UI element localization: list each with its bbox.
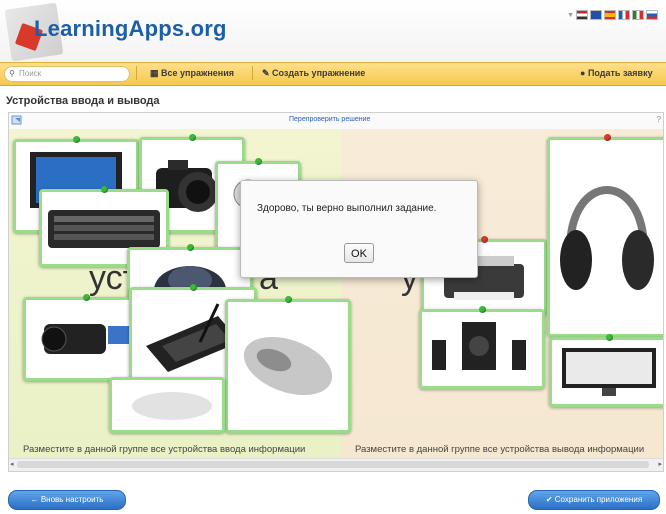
help-icon[interactable] bbox=[11, 114, 23, 126]
scrollbar-thumb[interactable] bbox=[17, 461, 649, 468]
edit-icon: ✎ bbox=[262, 68, 273, 78]
speakers-image bbox=[432, 322, 526, 370]
card-extra[interactable] bbox=[109, 377, 225, 433]
reconfigure-label: Вновь настроить bbox=[40, 495, 104, 504]
header: LearningApps.org ▼ bbox=[0, 0, 666, 62]
grid-icon: ▦ bbox=[150, 68, 162, 78]
recheck-link[interactable]: Перепроверить решение bbox=[289, 116, 370, 123]
pin-icon bbox=[190, 284, 197, 291]
pin-icon bbox=[604, 134, 611, 141]
headphones-image bbox=[560, 186, 654, 290]
flag-ru-icon[interactable] bbox=[646, 10, 658, 20]
flag-de-icon[interactable] bbox=[576, 10, 588, 20]
device-image bbox=[132, 392, 212, 420]
check-icon: ✔ bbox=[545, 495, 555, 504]
pin-icon bbox=[187, 244, 194, 251]
flag-it-icon[interactable] bbox=[632, 10, 644, 20]
success-dialog: Здорово, ты верно выполнил задание. OK bbox=[240, 180, 478, 278]
arrow-right-icon[interactable]: ▸ bbox=[658, 460, 662, 468]
pin-icon bbox=[189, 134, 196, 141]
user-icon: ● bbox=[580, 68, 588, 78]
card-monitor-output[interactable] bbox=[549, 334, 663, 407]
search-input[interactable]: ⚲ Поиск bbox=[4, 66, 130, 82]
toolbar: ⚲ Поиск ▦ Все упражнения ✎ Создать упраж… bbox=[0, 62, 666, 86]
submit-request-label: Подать заявку bbox=[587, 68, 653, 78]
chevron-down-icon[interactable]: ▼ bbox=[567, 12, 574, 19]
pin-icon bbox=[101, 186, 108, 193]
pin-icon bbox=[481, 236, 488, 243]
all-exercises-label: Все упражнения bbox=[161, 68, 235, 78]
info-mark[interactable]: ? bbox=[657, 115, 661, 124]
flag-uk-icon[interactable] bbox=[590, 10, 602, 20]
arrow-left-icon[interactable]: ◂ bbox=[10, 460, 14, 468]
camcorder-image bbox=[41, 324, 130, 354]
logo-text[interactable]: LearningApps.org bbox=[34, 16, 227, 42]
reconfigure-button[interactable]: ← Вновь настроить bbox=[8, 490, 126, 510]
create-exercise-link[interactable]: ✎ Создать упражнение bbox=[262, 68, 365, 79]
page-title: Устройства ввода и вывода bbox=[6, 95, 160, 107]
create-exercise-label: Создать упражнение bbox=[272, 68, 366, 78]
save-app-label: Сохранить приложения bbox=[554, 495, 643, 504]
save-app-button[interactable]: ✔ Сохранить приложения bbox=[528, 490, 660, 510]
all-exercises-link[interactable]: ▦ Все упражнения bbox=[150, 68, 234, 79]
mouse-image bbox=[243, 336, 333, 396]
flag-fr-icon[interactable] bbox=[618, 10, 630, 20]
monitor-output-image bbox=[562, 348, 656, 396]
divider bbox=[136, 66, 137, 80]
flag-es-icon[interactable] bbox=[604, 10, 616, 20]
search-placeholder: Поиск bbox=[19, 69, 42, 78]
card-mouse[interactable] bbox=[225, 296, 351, 433]
pin-icon bbox=[83, 294, 90, 301]
divider bbox=[252, 66, 253, 80]
app-toolbar: Перепроверить решение ? bbox=[9, 113, 663, 130]
pin-icon bbox=[73, 136, 80, 143]
pin-icon bbox=[255, 158, 262, 165]
pin-icon bbox=[285, 296, 292, 303]
ok-button[interactable]: OK bbox=[344, 243, 374, 263]
arrow-left-icon: ← bbox=[30, 495, 41, 504]
card-speakers[interactable] bbox=[419, 306, 545, 389]
dialog-message: Здорово, ты верно выполнил задание. bbox=[257, 203, 437, 214]
app-frame: Перепроверить решение ? устр а Разместит… bbox=[8, 112, 664, 472]
search-icon: ⚲ bbox=[9, 69, 15, 78]
submit-request-link[interactable]: ● Подать заявку bbox=[580, 68, 653, 78]
horizontal-scrollbar[interactable]: ◂ ▸ bbox=[9, 458, 663, 471]
zone-label-output: Разместите в данной группе все устройств… bbox=[355, 444, 645, 455]
pin-icon bbox=[606, 334, 613, 341]
pin-icon bbox=[479, 306, 486, 313]
zone-label-input: Разместите в данной группе все устройств… bbox=[23, 444, 306, 455]
card-headphones[interactable] bbox=[547, 134, 663, 337]
language-flags[interactable]: ▼ bbox=[567, 10, 658, 20]
